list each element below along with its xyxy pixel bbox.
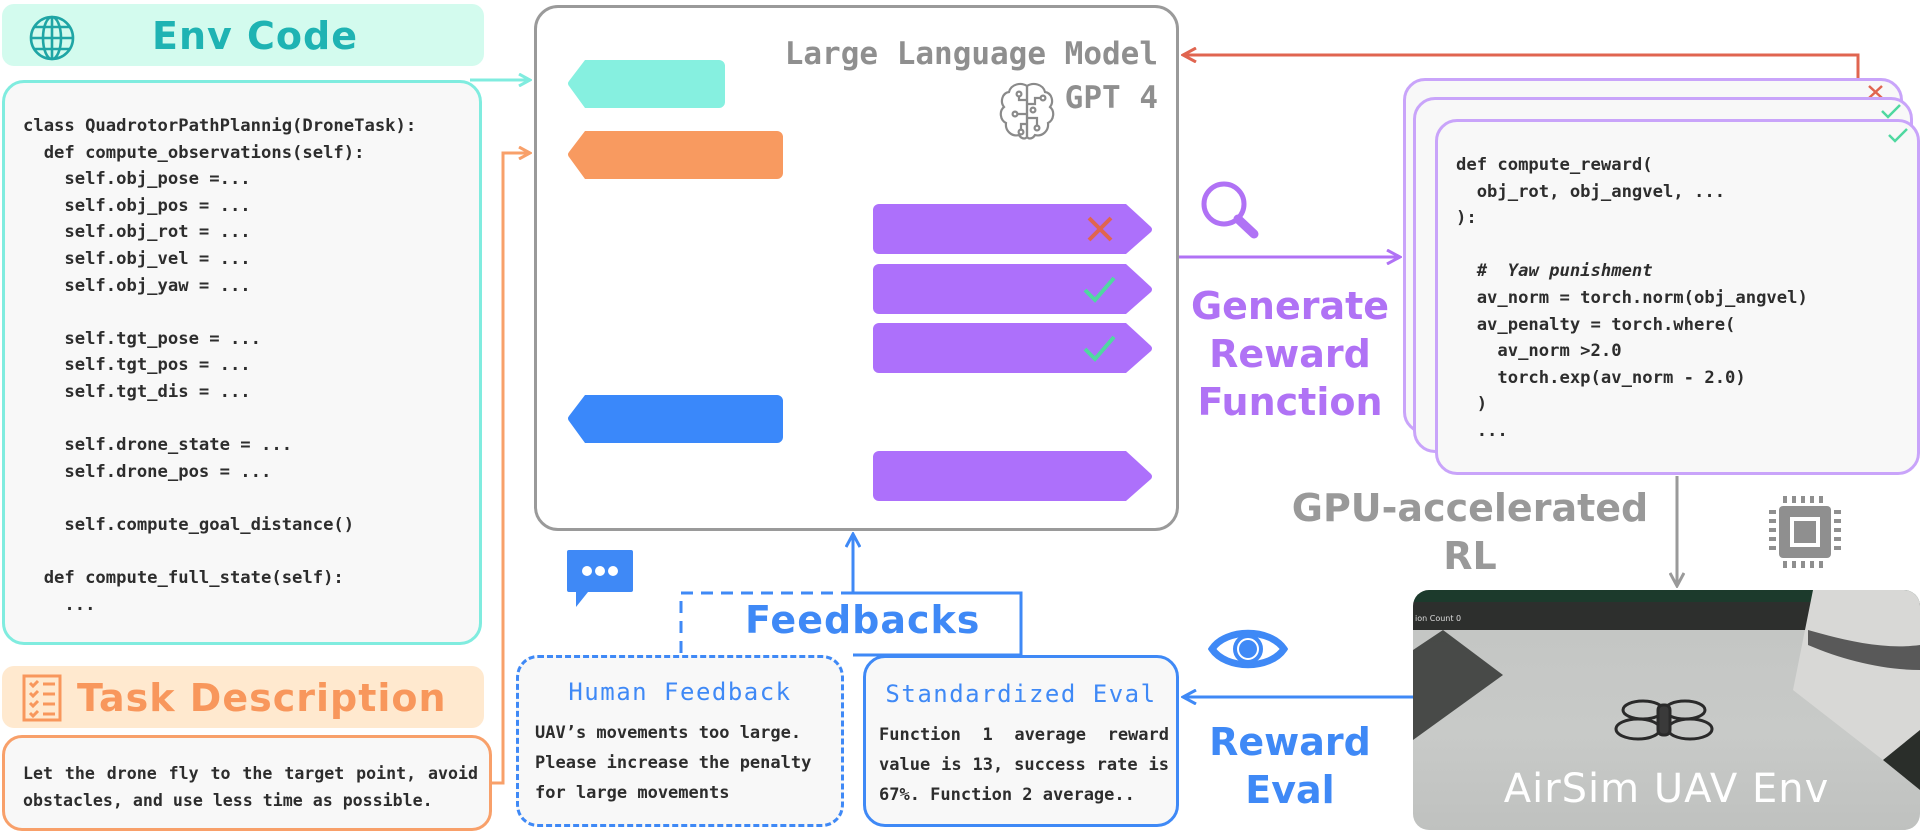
- code-line: av_norm >2.0: [1456, 341, 1622, 362]
- shadow-shape: [1413, 630, 1503, 740]
- llm-panel: Large Language Model GPT 4: [534, 5, 1179, 531]
- reward-eval-label: Reward Eval: [1180, 718, 1400, 814]
- code-line: av_norm = torch.norm(obj_angvel): [1456, 287, 1808, 308]
- label-line: Function: [1197, 380, 1383, 424]
- standardized-eval-text: Function 1 average reward value is 13, s…: [879, 725, 1169, 805]
- reward-candidate-1-tag: [873, 204, 1152, 254]
- code-line: torch.exp(av_norm - 2.0): [1456, 367, 1746, 388]
- label-line: Reward: [1209, 332, 1371, 376]
- env-code-input-tag: [568, 60, 725, 108]
- code-line: ): [1456, 394, 1488, 415]
- code-line: ...: [1456, 420, 1508, 441]
- checklist-icon: [22, 674, 62, 722]
- code-line: ):: [1456, 208, 1477, 229]
- code-comment: Yaw punishment: [1507, 261, 1653, 282]
- drone-icon: [1614, 699, 1714, 741]
- reward-candidate-2-tag: [873, 264, 1152, 314]
- cpu-chip-icon: [1769, 496, 1841, 568]
- human-feedback-text: UAV’s movements too large. Please increa…: [535, 723, 812, 803]
- human-feedback-panel: Human Feedback UAV’s movements too large…: [516, 655, 844, 827]
- reward-final-tag: [873, 451, 1152, 501]
- code-line: av_penalty = torch.where(: [1456, 314, 1736, 335]
- task-description-header: Task Description: [2, 666, 484, 728]
- llm-title: Large Language Model: [784, 36, 1158, 72]
- standardized-eval-title: Standardized Eval: [885, 680, 1157, 708]
- generate-reward-function-label: Generate Reward Function: [1180, 282, 1400, 426]
- gpu-accelerated-rl-label: GPU-accelerated RL: [1290, 484, 1650, 580]
- label-line: Eval: [1245, 768, 1335, 812]
- accepted-check-icon: [1881, 104, 1901, 119]
- feedback-input-tag: [568, 395, 783, 443]
- env-code-header: Env Code: [2, 4, 484, 66]
- standardized-eval-panel: Standardized Eval Function 1 average rew…: [863, 655, 1179, 827]
- label-line: RL: [1443, 534, 1497, 578]
- code-line: def compute_reward(: [1456, 155, 1653, 175]
- label-line: Reward: [1209, 720, 1371, 764]
- chat-bubble-icon: [567, 550, 633, 607]
- task-description-title: Task Description: [77, 676, 447, 720]
- env-code-title: Env Code: [152, 14, 358, 58]
- llm-model-name: GPT 4: [1064, 80, 1158, 116]
- search-icon: [1201, 181, 1259, 239]
- reward-card-main: def compute_reward( obj_rot, obj_angvel,…: [1435, 119, 1920, 475]
- code-line: obj_rot, obj_angvel, ...: [1456, 181, 1726, 202]
- globe-icon: [29, 15, 75, 61]
- human-feedback-title: Human Feedback: [568, 678, 792, 706]
- eye-icon: [1208, 629, 1288, 669]
- code-line: #: [1456, 261, 1508, 282]
- accepted-check-icon: [1888, 128, 1908, 143]
- task-description-text: Let the drone fly to the target point, a…: [23, 764, 478, 810]
- env-code-block: class QuadrotorPathPlannig(DroneTask): d…: [23, 116, 417, 615]
- reward-candidate-3-tag: [873, 323, 1152, 373]
- label-line: Generate: [1190, 284, 1390, 328]
- airsim-caption: AirSim UAV Env: [1503, 766, 1830, 812]
- brain-circuit-icon: [999, 82, 1055, 140]
- feedbacks-label: Feedbacks: [745, 598, 981, 642]
- task-description-input-tag: [568, 131, 783, 179]
- airsim-environment-view: ion Count 0 AirSim UAV Env: [1413, 590, 1920, 830]
- label-line: GPU-accelerated: [1291, 486, 1649, 530]
- task-description-panel: Let the drone fly to the target point, a…: [2, 735, 492, 831]
- env-code-panel: class QuadrotorPathPlannig(DroneTask): d…: [2, 80, 482, 645]
- reward-code-block: def compute_reward( obj_rot, obj_angvel,…: [1456, 152, 1808, 445]
